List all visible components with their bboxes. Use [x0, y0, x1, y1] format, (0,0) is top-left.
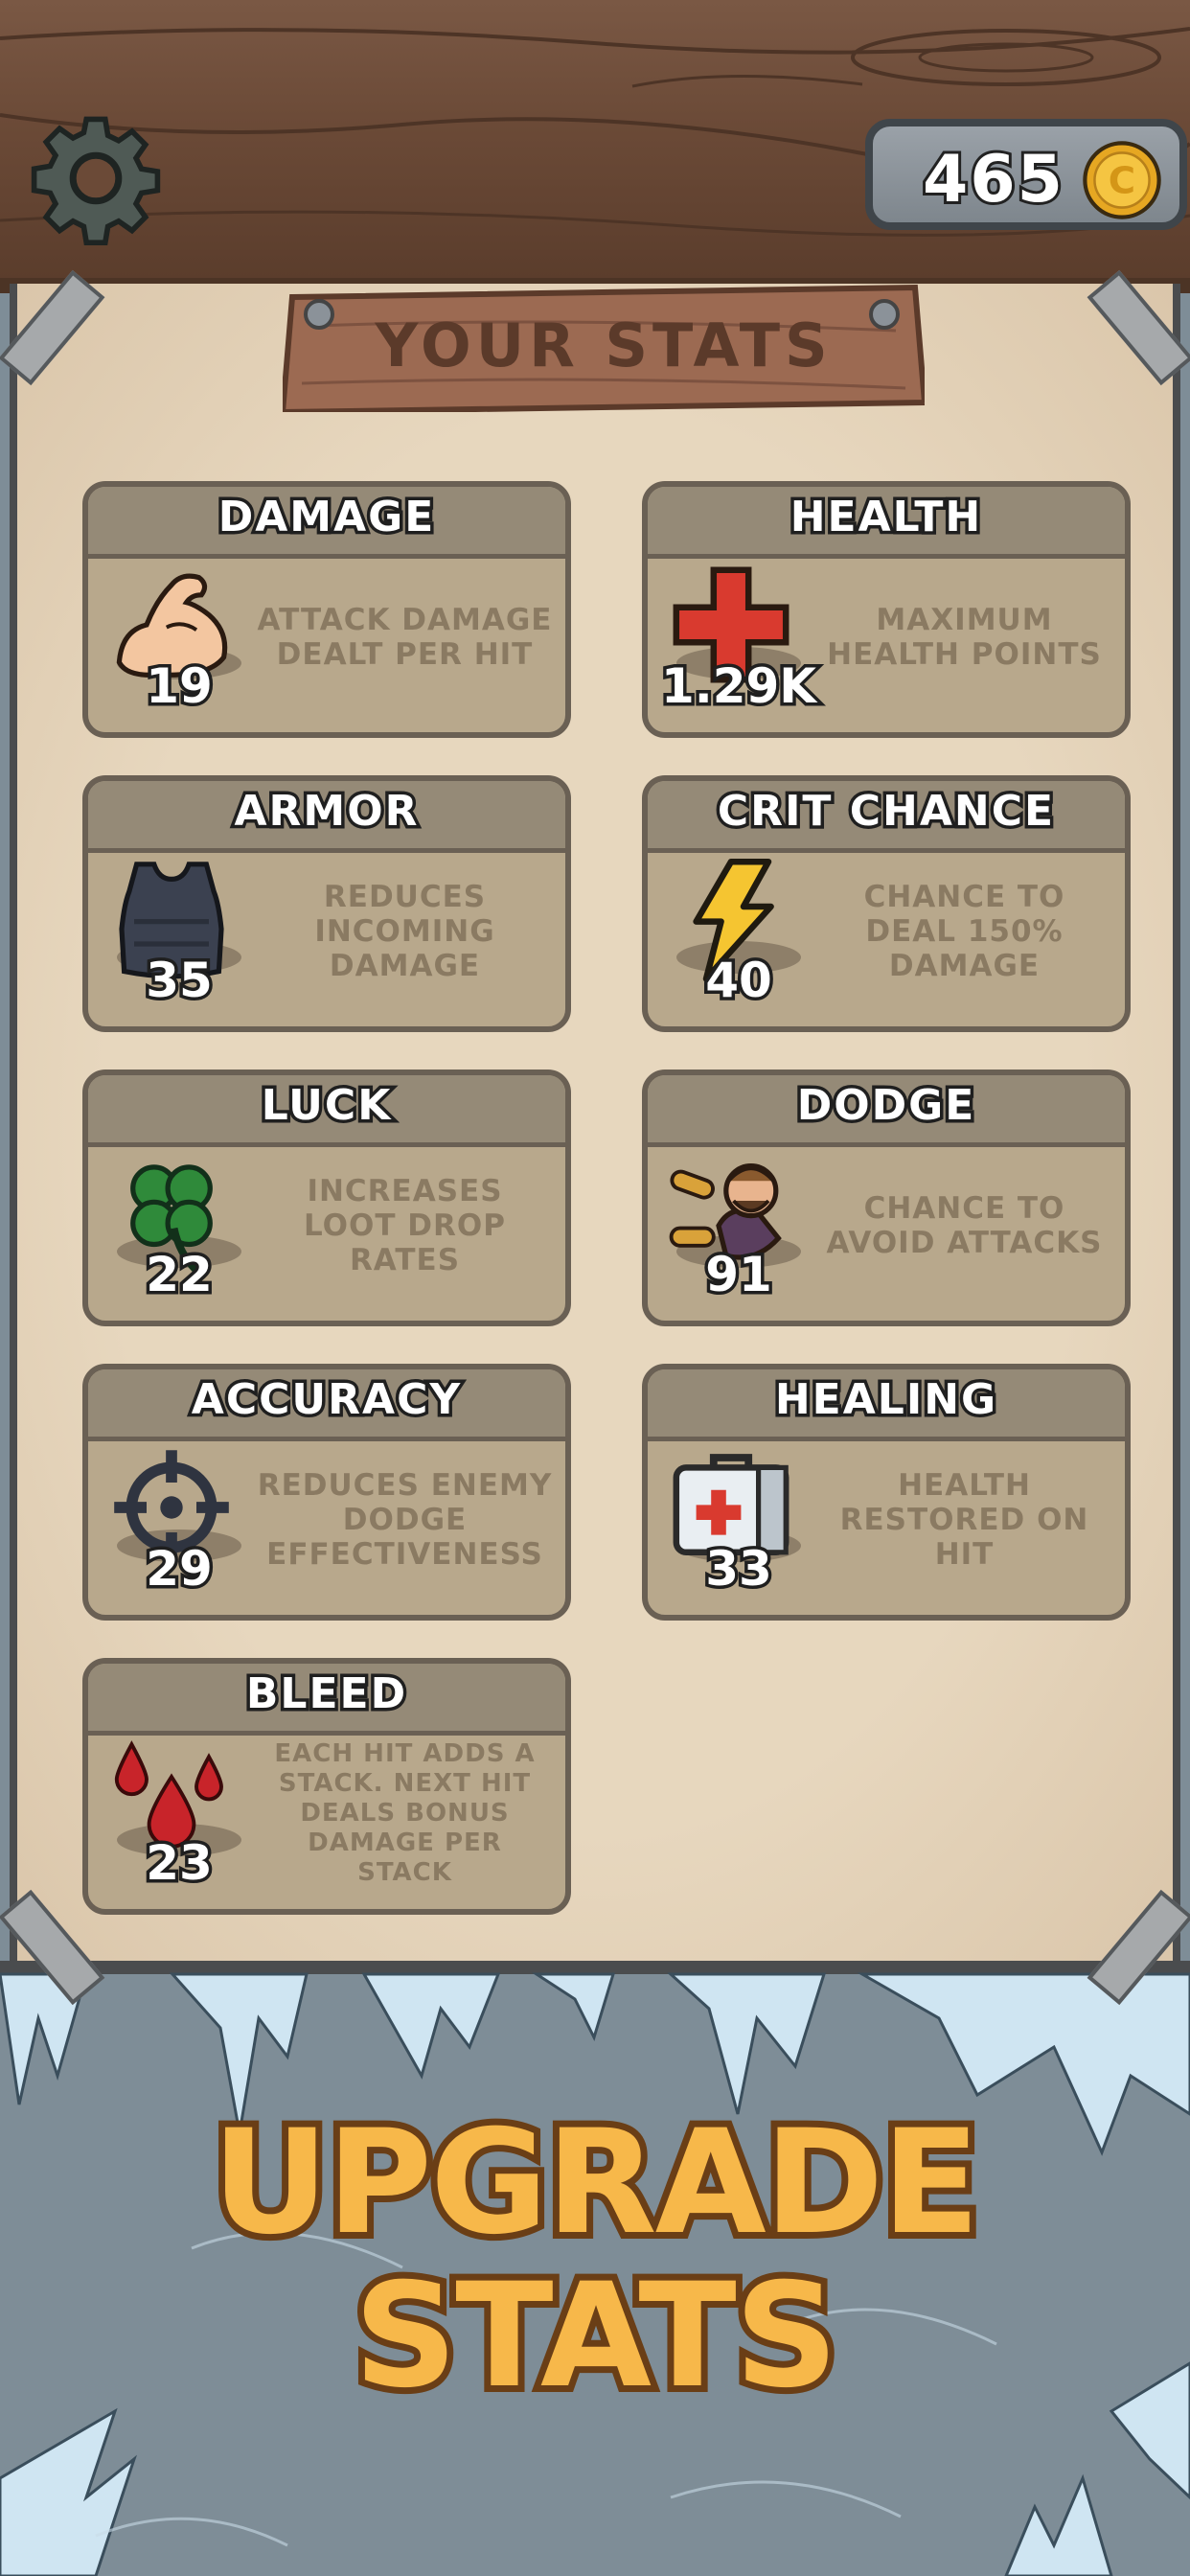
gold-coin-icon: C	[1083, 141, 1161, 219]
stat-value: 91	[702, 1244, 776, 1306]
top-bar: 465 C	[0, 0, 1190, 293]
stat-value: 22	[143, 1244, 217, 1306]
title-banner: YOUR STATS	[283, 259, 925, 412]
stat-name: DODGE	[793, 1078, 977, 1134]
coin-symbol: C	[1109, 159, 1135, 202]
stat-card-crit-chance[interactable]: CRIT CHANCE 40 CHANCE TO DEAL 150% DAMAG…	[642, 775, 1131, 1032]
stat-value: 19	[143, 656, 217, 718]
currency-display[interactable]: 465 C	[865, 119, 1187, 230]
promo-line-1: UPGRADE	[205, 2100, 986, 2266]
stat-card-damage[interactable]: DAMAGE 19 ATTACK DAMAGE DEALT PER HIT	[82, 481, 571, 738]
coin-amount: 465	[920, 139, 1065, 220]
stat-name: DAMAGE	[215, 490, 437, 545]
stat-name: BLEED	[242, 1667, 408, 1722]
stat-card-dodge[interactable]: DODGE 91 CHANCE TO AVOID ATTACKS	[642, 1070, 1131, 1326]
stat-value: 29	[143, 1538, 217, 1600]
stat-name: ARMOR	[231, 784, 421, 840]
stat-name: HEALTH	[787, 490, 984, 545]
stat-description: CHANCE TO DEAL 150% DAMAGE	[863, 879, 1065, 983]
stat-card-health[interactable]: HEALTH 1.29K MAXIMUM HEALTH POINTS	[642, 481, 1131, 738]
stat-card-accuracy[interactable]: ACCURACY 29 REDUCES ENEMY DODGE EFFECTIV…	[82, 1364, 571, 1621]
stat-card-armor[interactable]: ARMOR 35 REDUCES INCOMING DAMAGE	[82, 775, 571, 1032]
promo-line-2: STATS	[347, 2253, 845, 2420]
stat-card-luck[interactable]: LUCK 22 INCREASES LOOT DROP RATES	[82, 1070, 571, 1326]
stat-description: ATTACK DAMAGE DEALT PER HIT	[257, 602, 553, 672]
stat-name: ACCURACY	[188, 1372, 463, 1428]
stat-description: EACH HIT ADDS A STACK. NEXT HIT DEALS BO…	[274, 1739, 536, 1887]
stat-description: CHANCE TO AVOID ATTACKS	[826, 1190, 1103, 1260]
stat-description: MAXIMUM HEALTH POINTS	[827, 602, 1102, 672]
stat-description: REDUCES ENEMY DODGE EFFECTIVENESS	[257, 1467, 553, 1572]
stat-value: 35	[143, 950, 217, 1012]
stat-value: 1.29K	[657, 656, 819, 718]
page-title: YOUR STATS	[375, 310, 833, 380]
stat-name: LUCK	[258, 1078, 394, 1134]
stat-card-healing[interactable]: HEALING 33 HEALTH RESTORED ON HIT	[642, 1364, 1131, 1621]
stat-description: REDUCES INCOMING DAMAGE	[314, 879, 495, 983]
stat-name: HEALING	[771, 1372, 998, 1428]
stat-value: 33	[702, 1538, 776, 1600]
stat-description: HEALTH RESTORED ON HIT	[839, 1467, 1089, 1572]
stat-card-bleed[interactable]: BLEED 23 EACH HIT ADDS A STACK. NEXT HIT…	[82, 1658, 571, 1915]
stat-value: 23	[143, 1832, 217, 1895]
stat-description: INCREASES LOOT DROP RATES	[304, 1173, 506, 1277]
settings-gear-icon[interactable]	[29, 111, 163, 245]
stat-name: CRIT CHANCE	[714, 784, 1056, 840]
upgrade-stats-promo: UPGRADE STATS	[0, 2100, 1190, 2420]
stat-value: 40	[702, 950, 776, 1012]
